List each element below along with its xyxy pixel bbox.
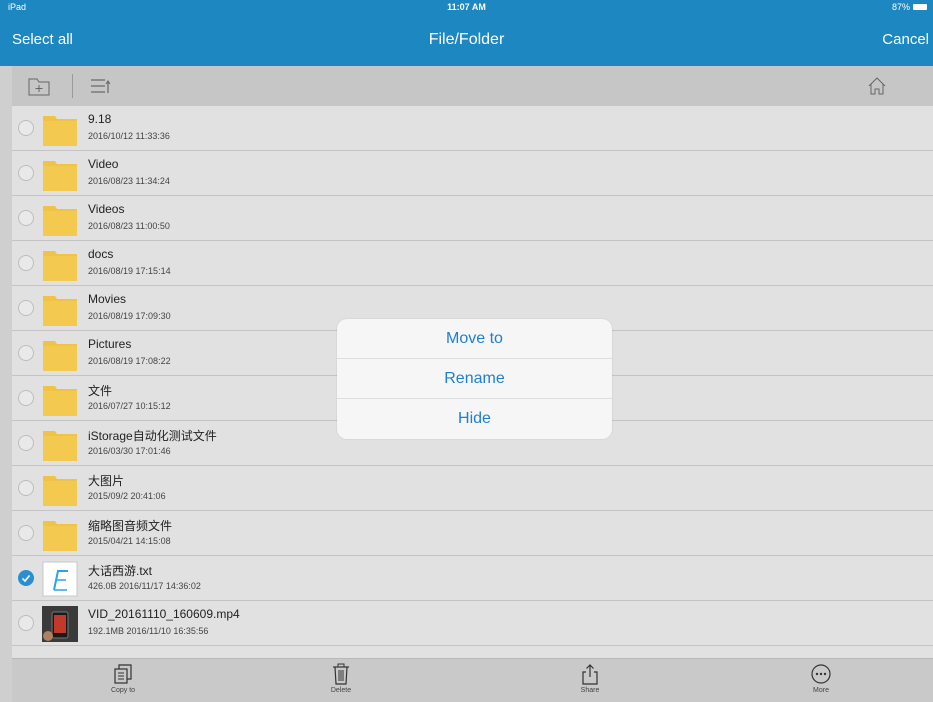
status-bar: iPad 11:07 AM 87% <box>0 0 933 14</box>
select-radio[interactable] <box>18 435 34 451</box>
list-item[interactable]: Video 2016/08/23 11:34:24 <box>12 151 933 196</box>
copy-icon <box>114 664 132 684</box>
rename-button[interactable]: Rename <box>337 359 612 399</box>
share-icon <box>582 664 598 685</box>
list-item[interactable]: 缩略图音频文件 2015/04/21 14:15:08 <box>12 511 933 556</box>
hide-button[interactable]: Hide <box>337 399 612 439</box>
select-radio[interactable] <box>18 525 34 541</box>
list-item[interactable]: Videos 2016/08/23 11:00:50 <box>12 196 933 241</box>
list-item[interactable]: 大话西游.txt 426.0B 2016/11/17 14:36:02 <box>12 556 933 601</box>
file-meta: 2016/03/30 17:01:46 <box>88 446 171 456</box>
folder-icon <box>42 201 78 237</box>
file-meta: 2016/08/19 17:15:14 <box>88 266 171 276</box>
folder-icon <box>42 426 78 462</box>
list-item[interactable]: VID_20161110_160609.mp4 192.1MB 2016/11/… <box>12 601 933 646</box>
more-icon <box>811 664 831 684</box>
file-name: 大图片 <box>88 474 125 488</box>
folder-icon <box>42 381 78 417</box>
file-meta: 2016/08/19 17:09:30 <box>88 311 171 321</box>
toolbar <box>12 66 933 106</box>
list-item[interactable]: 9.18 2016/10/12 11:33:36 <box>12 106 933 151</box>
folder-icon <box>42 291 78 327</box>
file-name: Videos <box>88 202 125 216</box>
action-popup: Move to Rename Hide <box>337 319 612 439</box>
video-thumbnail <box>42 606 78 642</box>
select-radio[interactable] <box>18 300 34 316</box>
battery-percent: 87% <box>891 2 910 12</box>
file-meta: 2016/10/12 11:33:36 <box>88 131 170 141</box>
page-title: File/Folder <box>428 31 505 48</box>
checkmark-icon <box>21 574 31 583</box>
file-meta: 2015/04/21 14:15:08 <box>88 536 171 546</box>
folder-icon <box>42 516 78 552</box>
delete-button[interactable]: Delete <box>306 663 376 694</box>
folder-icon <box>42 156 78 192</box>
cancel-button[interactable]: Cancel <box>882 14 929 66</box>
select-radio[interactable] <box>18 345 34 361</box>
file-name: iStorage自动化测试文件 <box>88 429 217 443</box>
sort-icon[interactable] <box>88 74 112 98</box>
copy-to-button[interactable]: Copy to <box>88 663 158 694</box>
nav-bar: Select all File/Folder Cancel <box>0 14 933 66</box>
battery-indicator: 87% <box>892 0 927 14</box>
delete-label: Delete <box>330 687 352 694</box>
file-name: 文件 <box>88 384 113 398</box>
select-radio[interactable] <box>18 120 34 136</box>
share-button[interactable]: Share <box>555 663 625 694</box>
select-radio-checked[interactable] <box>18 570 34 586</box>
select-radio[interactable] <box>18 255 34 271</box>
file-meta: 2015/09/2 20:41:06 <box>88 491 166 501</box>
copy-to-label: Copy to <box>110 687 136 694</box>
new-folder-icon[interactable] <box>27 74 51 98</box>
battery-icon <box>913 4 927 10</box>
folder-icon <box>42 471 78 507</box>
select-radio[interactable] <box>18 480 34 496</box>
select-radio[interactable] <box>18 210 34 226</box>
home-icon[interactable] <box>865 74 889 98</box>
file-name: 大话西游.txt <box>88 564 153 578</box>
file-name: Pictures <box>88 337 132 351</box>
select-radio[interactable] <box>18 615 34 631</box>
file-meta: 2016/07/27 10:15:12 <box>88 401 171 411</box>
text-file-icon <box>42 561 78 597</box>
bottom-action-bar: Copy to Delete Share More <box>12 658 933 702</box>
move-to-button[interactable]: Move to <box>337 319 612 359</box>
file-meta: 2016/08/19 17:08:22 <box>88 356 171 366</box>
file-name: 9.18 <box>88 112 112 126</box>
more-button[interactable]: More <box>786 663 856 694</box>
file-meta: 426.0B 2016/11/17 14:36:02 <box>88 581 201 591</box>
select-radio[interactable] <box>18 390 34 406</box>
file-name: Video <box>88 157 119 171</box>
file-name: docs <box>88 247 114 261</box>
more-label: More <box>813 687 829 694</box>
list-item[interactable]: docs 2016/08/19 17:15:14 <box>12 241 933 286</box>
folder-icon <box>42 246 78 282</box>
list-item[interactable]: 大图片 2015/09/2 20:41:06 <box>12 466 933 511</box>
select-radio[interactable] <box>18 165 34 181</box>
file-name: VID_20161110_160609.mp4 <box>88 607 240 621</box>
share-label: Share <box>580 687 600 694</box>
file-meta: 2016/08/23 11:34:24 <box>88 176 170 186</box>
folder-icon <box>42 336 78 372</box>
clock: 11:07 AM <box>447 2 486 12</box>
file-meta: 192.1MB 2016/11/10 16:35:56 <box>88 626 209 636</box>
toolbar-divider <box>72 74 73 98</box>
file-meta: 2016/08/23 11:00:50 <box>88 221 170 231</box>
select-all-button[interactable]: Select all <box>12 14 73 66</box>
folder-icon <box>42 111 78 147</box>
trash-icon <box>333 663 349 685</box>
file-name: Movies <box>88 292 127 306</box>
file-name: 缩略图音频文件 <box>88 519 173 533</box>
